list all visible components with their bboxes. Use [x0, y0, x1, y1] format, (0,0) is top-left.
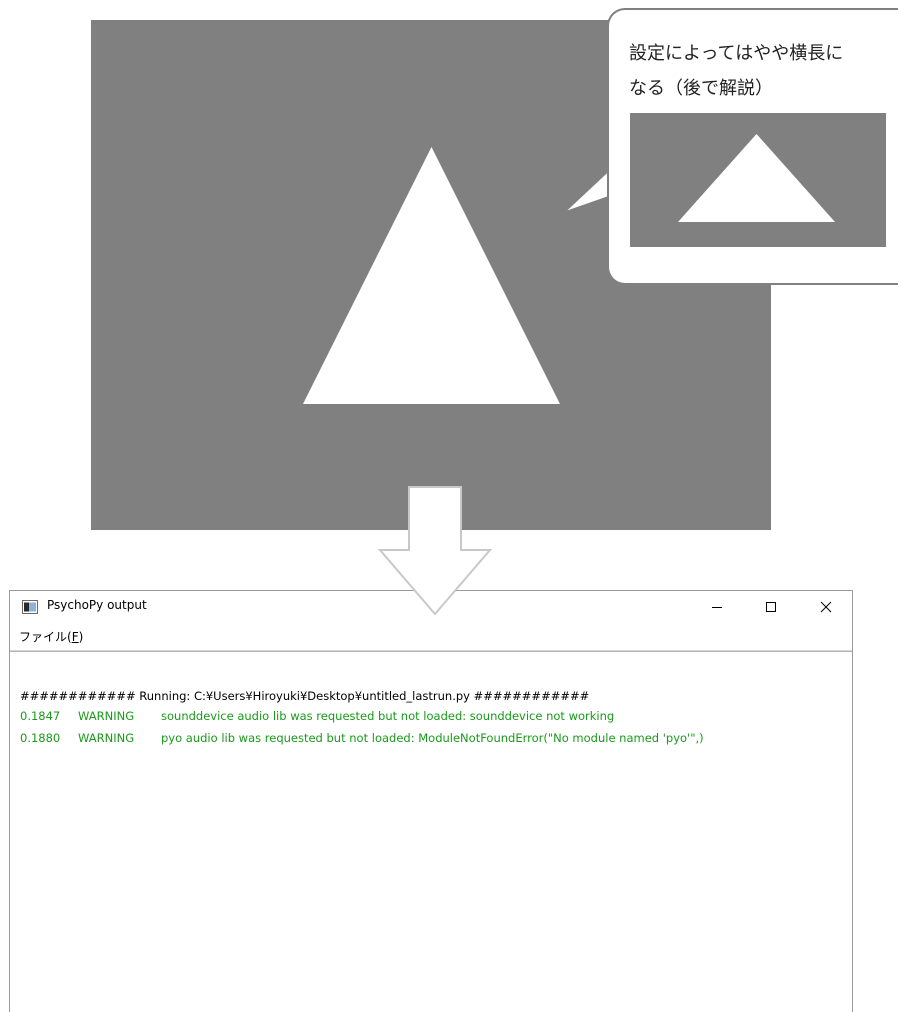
log-time: 0.1880 [20, 731, 61, 745]
psychopy-app-icon [22, 600, 38, 614]
callout-text: 設定によってはやや横長に なる（後で解説） [629, 43, 844, 99]
minimize-button[interactable] [694, 591, 740, 623]
log-running-line: ############ Running: C:¥Users¥Hiroyuki¥… [20, 689, 590, 703]
maximize-button[interactable] [748, 591, 794, 623]
triangle-stimulus-preview [678, 134, 835, 222]
psychopy-output-window: PsychoPy output ファイル(F) ############ Run… [9, 590, 853, 1012]
figure-canvas: 設定によってはやや横長に なる（後で解説） PsychoPy output ファ… [0, 0, 899, 1012]
maximize-icon [766, 602, 776, 612]
output-log[interactable]: ############ Running: C:¥Users¥Hiroyuki¥… [10, 651, 852, 1012]
close-button[interactable] [803, 591, 849, 623]
log-level: WARNING [78, 731, 135, 745]
down-arrow-icon [377, 486, 493, 616]
menu-item-file[interactable]: ファイル(F) [19, 628, 83, 645]
window-title: PsychoPy output [47, 598, 147, 612]
log-entry: 0.1847 WARNING sounddevice audio lib was r… [20, 708, 614, 724]
menu-bar: ファイル(F) [10, 624, 852, 651]
log-time: 0.1847 [20, 709, 61, 723]
annotation-callout: 設定によってはやや横長に なる（後で解説） [607, 8, 898, 285]
minimize-icon [712, 607, 722, 608]
triangle-stimulus [303, 147, 560, 404]
log-message: sounddevice audio lib was requested but … [161, 709, 615, 723]
log-level: WARNING [78, 709, 135, 723]
log-entry: 0.1880 WARNING pyo audio lib was requested… [20, 730, 704, 746]
log-message: pyo audio lib was requested but not load… [161, 731, 704, 745]
close-icon [820, 601, 832, 613]
widened-stimulus-preview [630, 113, 886, 247]
